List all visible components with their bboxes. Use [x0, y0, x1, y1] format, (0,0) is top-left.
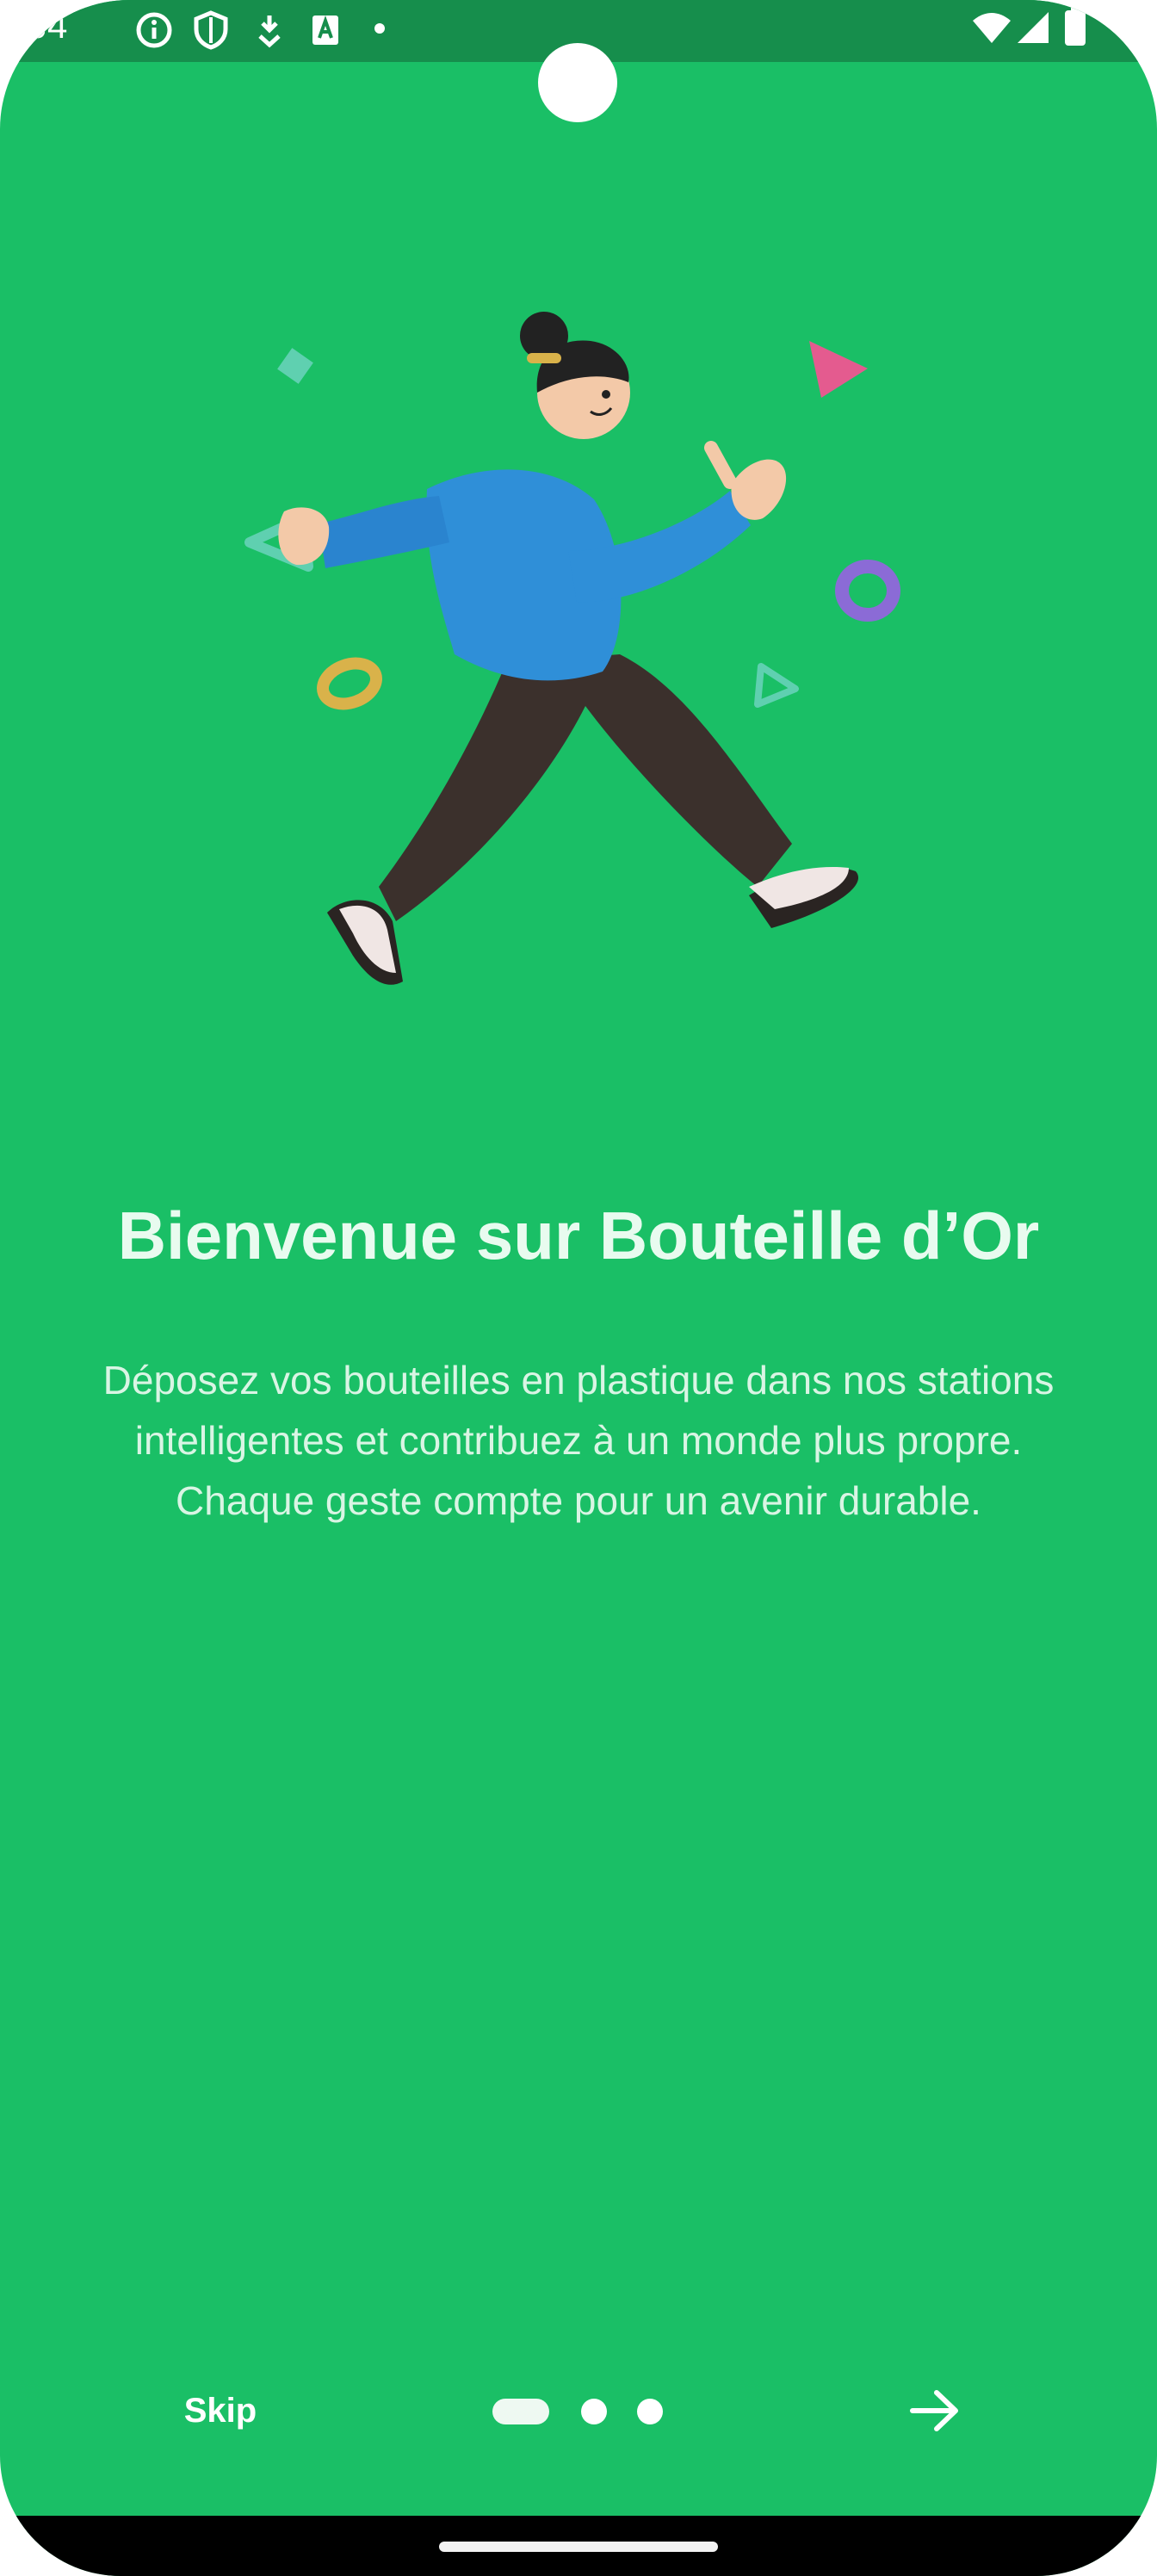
skip-button[interactable]: Skip — [169, 2387, 272, 2435]
back-arm — [319, 496, 449, 568]
signal-icon — [1016, 10, 1050, 49]
person-walking-illustration — [224, 293, 913, 1033]
purple-ring-shape — [835, 560, 900, 622]
wifi-icon — [971, 12, 1012, 49]
camera-cutout — [538, 43, 617, 122]
pink-triangle-shape — [809, 341, 868, 398]
trousers — [379, 654, 792, 921]
onboarding-screen: :34 Bienvenue sur Bouteille d’Or Déposez… — [0, 0, 1157, 2576]
info-icon — [134, 10, 174, 54]
teal-diamond-shape — [277, 348, 313, 384]
dot-icon — [374, 22, 386, 39]
shield-icon — [193, 10, 229, 54]
page-dot[interactable] — [637, 2399, 663, 2424]
home-indicator[interactable] — [439, 2542, 718, 2552]
page-dot-active[interactable] — [492, 2399, 549, 2424]
page-indicator — [492, 2398, 665, 2425]
status-time: :34 — [15, 5, 69, 46]
download-icon — [255, 10, 284, 54]
gold-ring-shape — [317, 657, 382, 710]
page-dot[interactable] — [581, 2399, 607, 2424]
battery-icon — [1064, 7, 1086, 51]
onboarding-description: Déposez vos bouteilles en plastique dans… — [102, 1358, 1055, 1523]
hand — [731, 459, 787, 520]
onboarding-title: Bienvenue sur Bouteille d’Or — [117, 1198, 1040, 1273]
arrow-right-icon — [910, 2390, 958, 2431]
teal-small-triangle-shape — [754, 663, 799, 708]
keyboard-a-icon — [310, 10, 341, 54]
next-button[interactable] — [904, 2381, 966, 2441]
hair-bun — [520, 312, 568, 360]
